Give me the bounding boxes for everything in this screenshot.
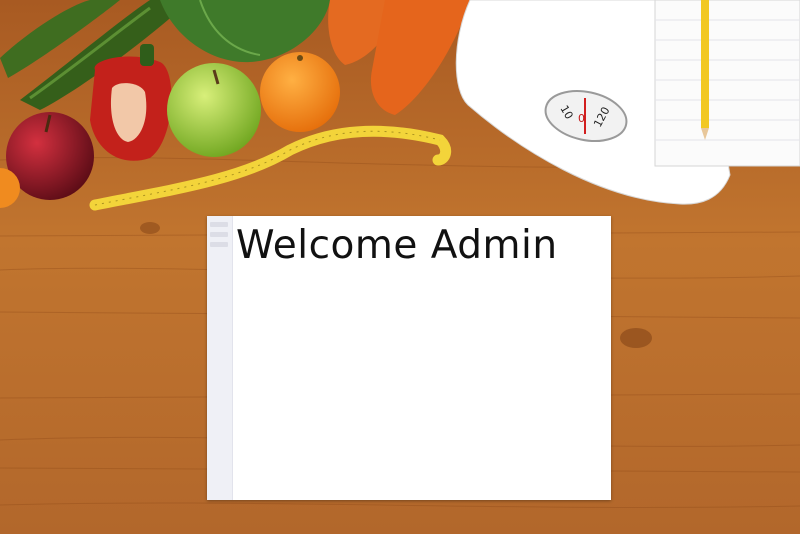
green-apple-icon xyxy=(167,63,261,157)
menu-bar xyxy=(210,222,228,227)
menu-bar xyxy=(210,242,228,247)
orange-icon xyxy=(260,52,340,132)
hamburger-menu-icon[interactable] xyxy=(210,222,228,254)
pencil-icon xyxy=(701,0,709,140)
menu-bar xyxy=(210,232,228,237)
sidebar xyxy=(207,216,233,500)
svg-text:0: 0 xyxy=(578,112,585,125)
notepad-icon xyxy=(654,0,800,167)
main-panel: Welcome Admin xyxy=(207,216,611,500)
welcome-title: Welcome Admin xyxy=(236,223,558,268)
desktop-scene: 10 0 120 Welcome Admin xyxy=(0,0,800,534)
